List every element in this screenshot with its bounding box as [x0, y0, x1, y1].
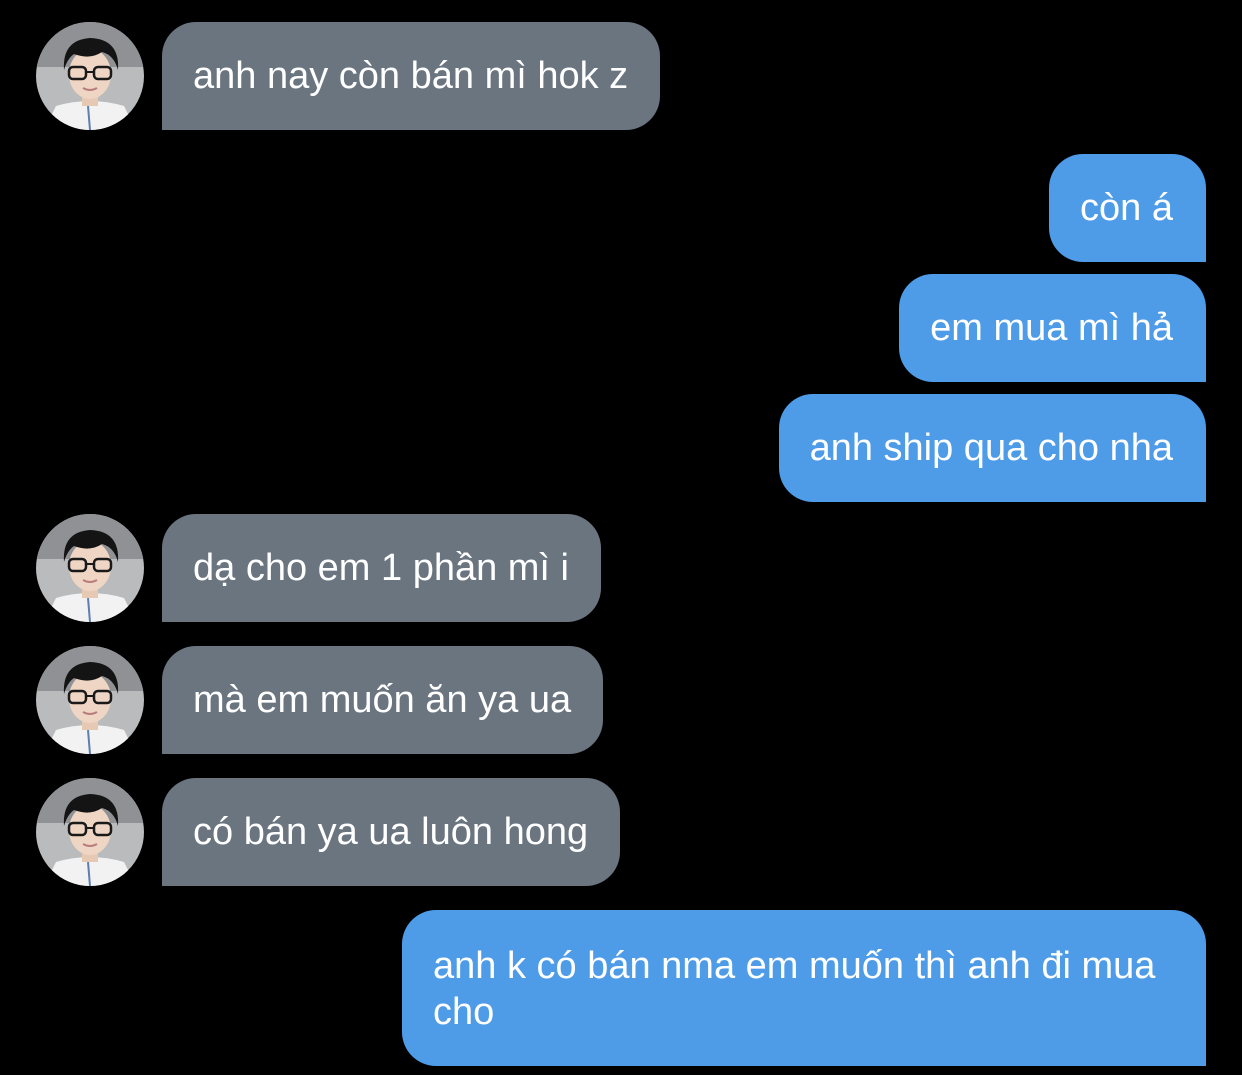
outgoing-message-bubble[interactable]: em mua mì hả: [899, 274, 1206, 382]
message-text: dạ cho em 1 phần mì i: [193, 547, 569, 589]
message-text: anh k có bán nma em muốn thì anh đi mua …: [433, 945, 1156, 1033]
outgoing-message-bubble[interactable]: anh k có bán nma em muốn thì anh đi mua …: [402, 910, 1206, 1066]
contact-avatar-icon[interactable]: [36, 22, 144, 130]
message-text: mà em muốn ăn ya ua: [193, 679, 572, 721]
contact-avatar-icon[interactable]: [36, 778, 144, 886]
message-text: anh nay còn bán mì hok z: [193, 55, 629, 97]
outgoing-message-bubble[interactable]: anh ship qua cho nha: [778, 394, 1206, 502]
incoming-message-bubble[interactable]: mà em muốn ăn ya ua: [162, 646, 604, 754]
message-text: anh ship qua cho nha: [809, 427, 1173, 469]
message-text: em mua mì hả: [930, 307, 1173, 349]
incoming-message-bubble[interactable]: dạ cho em 1 phần mì i: [162, 514, 601, 622]
message-text: có bán ya ua luôn hong: [193, 811, 589, 853]
incoming-message-bubble[interactable]: có bán ya ua luôn hong: [162, 778, 621, 886]
contact-avatar-icon[interactable]: [36, 646, 144, 754]
contact-avatar-icon[interactable]: [36, 514, 144, 622]
incoming-message-bubble[interactable]: anh nay còn bán mì hok z: [162, 22, 661, 130]
outgoing-message-bubble[interactable]: còn á: [1049, 154, 1206, 262]
message-text: còn á: [1080, 187, 1173, 229]
